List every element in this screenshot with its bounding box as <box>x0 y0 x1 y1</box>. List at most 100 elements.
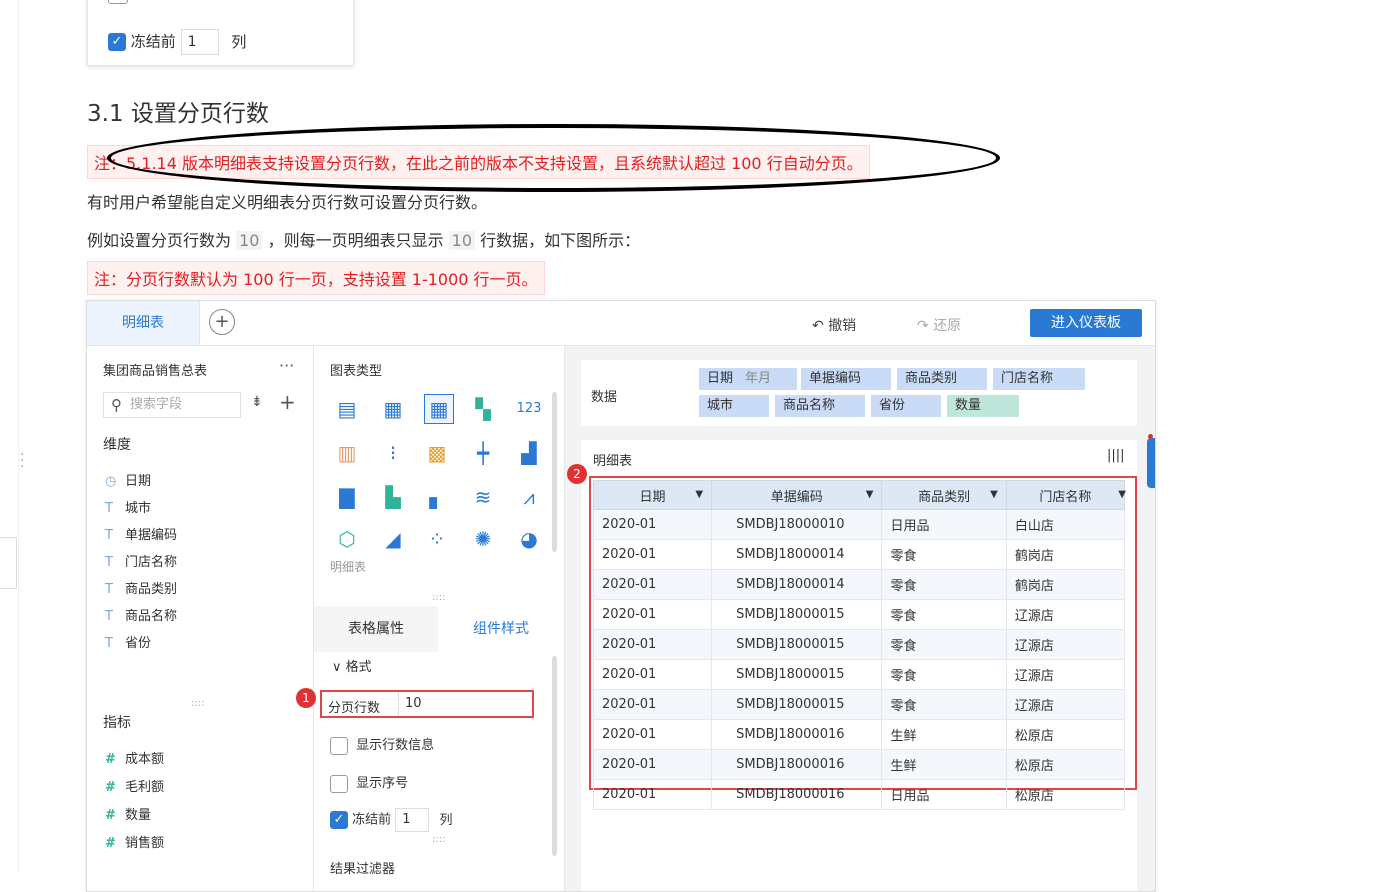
kpi-block-icon[interactable]: ▚ <box>470 396 496 422</box>
text-type-icon: T <box>105 582 113 597</box>
checkbox-checked-icon[interactable]: ✓ <box>108 33 126 51</box>
header-store-name[interactable]: 门店名称 ▼ <box>1005 480 1126 510</box>
field-doc-code[interactable]: T 单据编码 <box>105 524 177 543</box>
paragraph-2-c: 行数据，如下图所示： <box>480 231 641 250</box>
redo-button[interactable]: ↷ 还原 <box>917 315 961 335</box>
scrollbar[interactable] <box>552 656 557 856</box>
dropdown-triangle-icon[interactable]: ▼ <box>990 489 998 500</box>
table-header-row: 日期 ▼ 单据编码 ▼ 商品类别 ▼ 门店名称 ▼ <box>592 480 1126 510</box>
header-date[interactable]: 日期 ▼ <box>592 480 713 510</box>
waterfall-icon[interactable]: ┿ <box>470 440 496 466</box>
text-type-icon: T <box>105 636 113 651</box>
table-row: 2020-01 SMDBJ18000015 零食 辽源店 <box>592 629 1126 660</box>
grouped-table-icon[interactable]: ▦ <box>380 396 406 422</box>
pill-city[interactable]: 城市 <box>699 395 769 417</box>
bar-chart-icon[interactable]: ▟ <box>516 440 542 466</box>
text-type-icon: T <box>105 555 113 570</box>
checkbox-unchecked-icon[interactable] <box>330 736 348 755</box>
pie-chart-icon[interactable]: ◕ <box>516 526 542 552</box>
table-row: 2020-01 SMDBJ18000016 日用品 松原店 <box>592 779 1126 810</box>
sort-filter-icon[interactable]: ⇟ <box>251 394 263 410</box>
field-gross-profit[interactable]: # 毛利额 <box>105 776 164 795</box>
show-rowcount-option[interactable]: 显示行数信息 <box>330 734 434 755</box>
pill-category[interactable]: 商品类别 <box>897 368 987 390</box>
table-row: 2020-01 SMDBJ18000014 零食 鹤岗店 <box>592 569 1126 600</box>
freeze-input[interactable]: 1 <box>395 808 430 832</box>
detail-table-icon[interactable]: ▦ <box>424 394 454 424</box>
pill-quantity[interactable]: 数量 <box>947 395 1019 417</box>
add-field-icon[interactable]: + <box>279 390 296 414</box>
pill-province[interactable]: 省份 <box>871 395 941 417</box>
field-category[interactable]: T 商品类别 <box>105 578 177 597</box>
dropdown-triangle-icon[interactable]: ▼ <box>1118 489 1126 500</box>
more-icon[interactable]: ··· <box>279 356 294 375</box>
heat-table-icon[interactable]: ▥ <box>334 440 360 466</box>
section-heading: 3.1 设置分页行数 <box>87 101 269 127</box>
field-city[interactable]: T 城市 <box>105 497 151 516</box>
dot-list-icon[interactable]: ⁝ <box>380 440 406 466</box>
field-product-name[interactable]: T 商品名称 <box>105 605 177 624</box>
checkbox-unchecked-icon[interactable] <box>330 774 348 793</box>
column-chart-icon[interactable]: ▇ <box>334 484 360 510</box>
tab-component-style[interactable]: 组件样式 <box>438 606 564 652</box>
radar-chart-icon[interactable]: ⬡ <box>334 526 360 552</box>
side-tab[interactable] <box>0 537 17 589</box>
barcode-icon[interactable]: |||| <box>1107 448 1125 463</box>
field-search-input[interactable]: 搜索字段 <box>103 392 241 418</box>
detail-table: 日期 ▼ 单据编码 ▼ 商品类别 ▼ 门店名称 ▼ 2020-01 SMDBJ180000… <box>592 480 1126 810</box>
undo-button[interactable]: ↶ 撤销 <box>812 315 856 335</box>
text-type-icon: T <box>105 609 113 624</box>
area-chart-icon[interactable]: ≋ <box>470 484 496 510</box>
splitter-handle-icon[interactable]: :::: <box>432 592 445 603</box>
search-icon: ⚲ <box>111 396 122 414</box>
heatmap-icon[interactable]: ▩ <box>424 440 450 466</box>
stacked-bar-icon[interactable]: ▙ <box>380 484 406 510</box>
tab-detail-table[interactable]: 明细表 <box>87 301 200 345</box>
table-chart-icon[interactable]: ▤ <box>334 396 360 422</box>
range-area-icon[interactable]: ◢ <box>380 526 406 552</box>
page-rows-input[interactable]: 10 <box>398 692 535 716</box>
pill-doc-code[interactable]: 单据编码 <box>801 368 891 390</box>
checkbox-checked-icon[interactable]: ✓ <box>330 811 348 829</box>
field-date[interactable]: ◷ 日期 <box>105 470 151 489</box>
freeze-input[interactable]: 1 <box>180 29 219 55</box>
field-store-name[interactable]: T 门店名称 <box>105 551 177 570</box>
scrollbar[interactable] <box>552 392 557 552</box>
pill-date[interactable]: 日期 年月 <box>699 368 797 390</box>
step-chart-icon[interactable]: ▖ <box>424 484 450 510</box>
text-type-icon: T <box>105 528 113 543</box>
header-category[interactable]: 商品类别 ▼ <box>881 480 1007 510</box>
show-index-option[interactable]: 显示序号 <box>330 772 408 793</box>
format-section[interactable]: ∨ 格式 <box>332 656 372 675</box>
header-doc-code[interactable]: 单据编码 ▼ <box>711 480 883 510</box>
data-fields-card: 数据 日期 年月 单据编码 商品类别 门店名称 城市 商品名称 省份 数量 <box>581 360 1137 426</box>
result-filter-label: 结果过滤器 <box>330 862 396 877</box>
freeze-columns-option[interactable]: ✓ 冻结前 1 列 <box>330 808 452 832</box>
scatter-icon[interactable]: ⁘ <box>424 526 450 552</box>
side-handle[interactable] <box>1147 438 1155 488</box>
field-province[interactable]: T 省份 <box>105 632 151 651</box>
splitter-handle-icon[interactable]: :::: <box>432 834 445 845</box>
field-quantity[interactable]: # 数量 <box>105 804 151 823</box>
field-cost[interactable]: # 成本额 <box>105 748 164 767</box>
pill-product-name[interactable]: 商品名称 <box>775 395 865 417</box>
line-chart-icon[interactable]: ⩘ <box>516 484 542 510</box>
field-sales[interactable]: # 销售额 <box>105 832 164 851</box>
preview-area: 数据 日期 年月 单据编码 商品类别 门店名称 城市 商品名称 省份 数量 明细表… <box>565 346 1155 891</box>
enter-dashboard-button[interactable]: 进入仪表板 <box>1030 309 1142 337</box>
splitter-handle-icon[interactable]: :::: <box>191 698 204 709</box>
dropdown-triangle-icon[interactable]: ▼ <box>866 489 874 500</box>
dropdown-triangle-icon[interactable]: ▼ <box>695 489 703 500</box>
add-component-icon[interactable]: + <box>209 309 235 335</box>
inline-code: 10 <box>448 231 476 250</box>
number-card-icon[interactable]: 123 <box>516 396 542 422</box>
pill-store-name[interactable]: 门店名称 <box>993 368 1085 390</box>
drag-handle-icon[interactable]: · · · <box>20 448 24 474</box>
paragraph-1: 有时用户希望能自定义明细表分页行数可设置分页行数。 <box>87 193 488 212</box>
left-gutter <box>0 0 19 872</box>
freeze-label: 冻结前 <box>130 32 176 51</box>
tab-table-properties[interactable]: 表格属性 <box>314 606 438 652</box>
data-label: 数据 <box>591 390 618 405</box>
bubble-icon[interactable]: ✺ <box>470 526 496 552</box>
freeze-row: ✓ 冻结前 1 列 <box>108 29 246 55</box>
